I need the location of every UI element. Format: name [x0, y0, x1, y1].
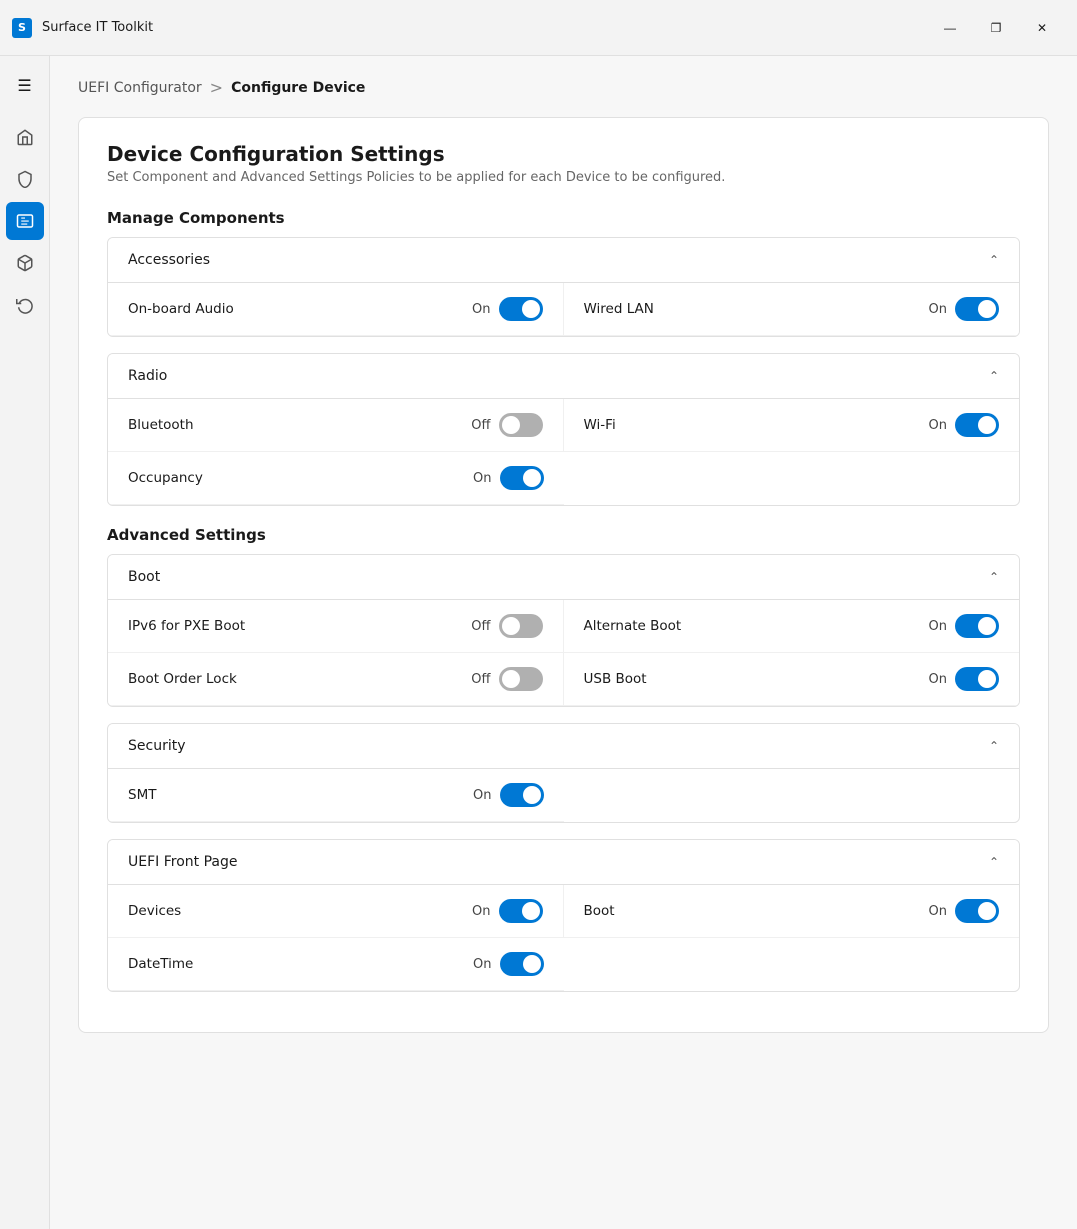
setting-usb-boot: USB Boot On: [564, 653, 1020, 706]
chevron-up-icon: ⌃: [989, 369, 999, 383]
accordion-boot: Boot ⌃ IPv6 for PXE Boot Off Alternate B…: [107, 554, 1020, 707]
maximize-button[interactable]: ❐: [973, 12, 1019, 44]
setting-boot-order-lock: Boot Order Lock Off: [108, 653, 564, 706]
title-bar-left: S Surface IT Toolkit: [12, 18, 153, 38]
sidebar-item-uefi[interactable]: [6, 202, 44, 240]
section-header-manage-components: Manage Components: [107, 209, 1020, 227]
close-button[interactable]: ✕: [1019, 12, 1065, 44]
app-icon: S: [12, 18, 32, 38]
page-container: Device Configuration Settings Set Compon…: [78, 117, 1049, 1033]
accordion-security: Security ⌃ SMT On: [107, 723, 1020, 823]
main-content: UEFI Configurator > Configure Device Dev…: [50, 56, 1077, 1229]
setting-wired-lan: Wired LAN On: [564, 283, 1020, 336]
chevron-up-icon: ⌃: [989, 739, 999, 753]
breadcrumb-parent[interactable]: UEFI Configurator: [78, 80, 202, 96]
setting-devices: Devices On: [108, 885, 564, 938]
accordion-accessories: Accessories ⌃ On-board Audio On Wired LA…: [107, 237, 1020, 337]
toggle-alternate-boot[interactable]: [955, 614, 999, 638]
sidebar-item-update[interactable]: [6, 286, 44, 324]
radio-settings-grid: Bluetooth Off Wi-Fi On: [108, 398, 1019, 505]
page-title: Device Configuration Settings: [107, 142, 1020, 166]
breadcrumb-separator: >: [210, 78, 223, 97]
toggle-boot-order-lock[interactable]: [499, 667, 543, 691]
boot-settings-grid: IPv6 for PXE Boot Off Alternate Boot On: [108, 599, 1019, 706]
uefi-front-page-settings-grid: Devices On Boot On Dat: [108, 884, 1019, 991]
minimize-button[interactable]: —: [927, 12, 973, 44]
sidebar-item-shield[interactable]: [6, 160, 44, 198]
sidebar: ☰: [0, 56, 50, 1229]
accordion-header-accessories[interactable]: Accessories ⌃: [108, 238, 1019, 282]
accordion-uefi-front-page: UEFI Front Page ⌃ Devices On Boot: [107, 839, 1020, 992]
toggle-ipv6-pxe[interactable]: [499, 614, 543, 638]
toggle-occupancy[interactable]: [500, 466, 544, 490]
chevron-up-icon: ⌃: [989, 570, 999, 584]
toggle-onboard-audio[interactable]: [499, 297, 543, 321]
toggle-wired-lan[interactable]: [955, 297, 999, 321]
setting-ipv6-pxe: IPv6 for PXE Boot Off: [108, 600, 564, 653]
toggle-smt[interactable]: [500, 783, 544, 807]
sidebar-item-home[interactable]: [6, 118, 44, 156]
setting-onboard-audio: On-board Audio On: [108, 283, 564, 336]
app-title: Surface IT Toolkit: [42, 20, 153, 35]
breadcrumb-current: Configure Device: [231, 80, 365, 96]
toggle-boot-uefi[interactable]: [955, 899, 999, 923]
sidebar-item-package[interactable]: [6, 244, 44, 282]
accordion-radio: Radio ⌃ Bluetooth Off Wi-Fi On: [107, 353, 1020, 506]
toggle-datetime[interactable]: [500, 952, 544, 976]
breadcrumb: UEFI Configurator > Configure Device: [50, 56, 1077, 107]
chevron-up-icon: ⌃: [989, 253, 999, 267]
setting-datetime: DateTime On: [108, 938, 564, 991]
accordion-header-boot[interactable]: Boot ⌃: [108, 555, 1019, 599]
toggle-bluetooth[interactable]: [499, 413, 543, 437]
security-settings-grid: SMT On: [108, 768, 1019, 822]
toggle-devices[interactable]: [499, 899, 543, 923]
page-subtitle: Set Component and Advanced Settings Poli…: [107, 170, 1020, 185]
accordion-header-radio[interactable]: Radio ⌃: [108, 354, 1019, 398]
app-layout: ☰: [0, 56, 1077, 1229]
toggle-usb-boot[interactable]: [955, 667, 999, 691]
setting-boot-uefi: Boot On: [564, 885, 1020, 938]
setting-alternate-boot: Alternate Boot On: [564, 600, 1020, 653]
setting-occupancy: Occupancy On: [108, 452, 564, 505]
setting-wifi: Wi-Fi On: [564, 399, 1020, 452]
section-header-advanced-settings: Advanced Settings: [107, 526, 1020, 544]
title-bar: S Surface IT Toolkit — ❐ ✕: [0, 0, 1077, 56]
hamburger-menu[interactable]: ☰: [6, 66, 44, 104]
toggle-wifi[interactable]: [955, 413, 999, 437]
accordion-header-security[interactable]: Security ⌃: [108, 724, 1019, 768]
chevron-up-icon: ⌃: [989, 855, 999, 869]
accordion-header-uefi-front-page[interactable]: UEFI Front Page ⌃: [108, 840, 1019, 884]
accessories-settings-grid: On-board Audio On Wired LAN On: [108, 282, 1019, 336]
window-controls: — ❐ ✕: [927, 12, 1065, 44]
setting-bluetooth: Bluetooth Off: [108, 399, 564, 452]
setting-smt: SMT On: [108, 769, 564, 822]
